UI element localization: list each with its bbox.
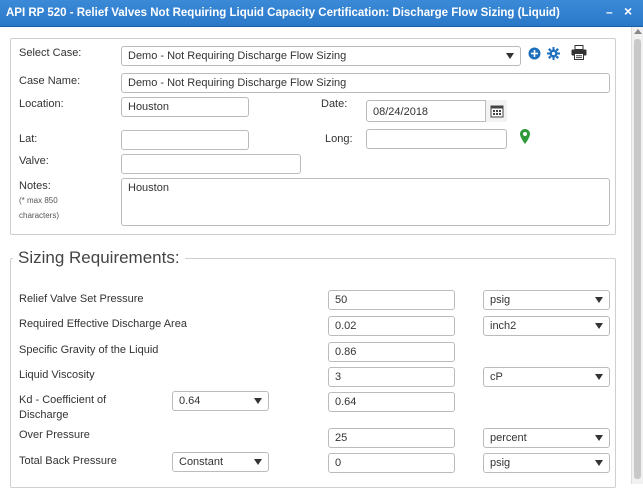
- window-title: API RP 520 - Relief Valves Not Requiring…: [6, 7, 560, 19]
- case-name-label: Case Name:: [19, 75, 81, 87]
- relief-valve-set-pressure-input[interactable]: 50: [328, 290, 455, 310]
- valve-input[interactable]: [121, 154, 301, 174]
- unit-value: percent: [490, 432, 527, 444]
- minimize-button[interactable]: –: [606, 5, 613, 19]
- liquid-viscosity-input[interactable]: 3: [328, 367, 455, 387]
- kd-option-select[interactable]: 0.64: [172, 391, 269, 411]
- relief-valve-set-pressure-label: Relief Valve Set Pressure: [19, 293, 144, 305]
- notes-label: Notes:: [19, 180, 51, 192]
- over-pressure-input[interactable]: 25: [328, 428, 455, 448]
- long-input[interactable]: [366, 129, 507, 149]
- chevron-down-icon: [595, 297, 603, 303]
- gear-icon[interactable]: [547, 47, 560, 63]
- close-button[interactable]: ×: [624, 4, 632, 18]
- required-effective-discharge-area-unit-select[interactable]: inch2: [483, 316, 610, 336]
- lat-label: Lat:: [19, 133, 38, 145]
- vertical-scrollbar[interactable]: [631, 27, 643, 484]
- printer-icon[interactable]: [571, 45, 587, 63]
- liquid-viscosity-label: Liquid Viscosity: [19, 369, 95, 381]
- select-case-label: Select Case:: [19, 47, 82, 59]
- back-pressure-type-value: Constant: [179, 456, 224, 468]
- select-case-dropdown[interactable]: Demo - Not Requiring Discharge Flow Sizi…: [121, 46, 521, 66]
- add-circle-icon[interactable]: [528, 47, 541, 63]
- location-label: Location:: [19, 98, 64, 110]
- total-back-pressure-type-select[interactable]: Constant: [172, 452, 269, 472]
- scrollbar-thumb[interactable]: [634, 39, 641, 479]
- scroll-up-arrow-icon[interactable]: [634, 29, 642, 34]
- total-back-pressure-unit-select[interactable]: psig: [483, 453, 610, 473]
- long-label: Long:: [325, 133, 353, 145]
- kd-label: Kd - Coefficient of: [19, 394, 107, 406]
- over-pressure-unit-select[interactable]: percent: [483, 428, 610, 448]
- chevron-down-icon: [506, 53, 514, 59]
- over-pressure-label: Over Pressure: [19, 429, 90, 441]
- relief-valve-set-pressure-unit-select[interactable]: psig: [483, 290, 610, 310]
- unit-value: inch2: [490, 320, 517, 332]
- valve-label: Valve:: [19, 155, 49, 167]
- unit-value: cP: [490, 371, 503, 383]
- specific-gravity-input[interactable]: 0.86: [328, 342, 455, 362]
- notes-textarea[interactable]: Houston: [121, 178, 610, 226]
- sizing-requirements-legend: Sizing Requirements:: [13, 248, 185, 268]
- unit-value: psig: [490, 457, 511, 469]
- chevron-down-icon: [254, 459, 262, 465]
- notes-max-hint: (* max 850: [19, 196, 58, 205]
- chevron-down-icon: [254, 398, 262, 404]
- required-effective-discharge-area-input[interactable]: 0.02: [328, 316, 455, 336]
- total-back-pressure-label: Total Back Pressure: [19, 455, 117, 467]
- required-effective-discharge-area-label: Required Effective Discharge Area: [19, 318, 187, 330]
- specific-gravity-label: Specific Gravity of the Liquid: [19, 344, 159, 356]
- kd-input[interactable]: 0.64: [328, 392, 455, 412]
- location-input[interactable]: Houston: [121, 97, 249, 117]
- window-titlebar: API RP 520 - Relief Valves Not Requiring…: [0, 0, 643, 27]
- liquid-viscosity-unit-select[interactable]: cP: [483, 367, 610, 387]
- lat-input[interactable]: [121, 130, 249, 150]
- chevron-down-icon: [595, 460, 603, 466]
- total-back-pressure-input[interactable]: 0: [328, 453, 455, 473]
- case-name-input[interactable]: Demo - Not Requiring Discharge Flow Sizi…: [121, 73, 610, 93]
- chevron-down-icon: [595, 435, 603, 441]
- kd-option-value: 0.64: [179, 395, 201, 407]
- kd-label-line-2: Discharge: [19, 409, 69, 421]
- notes-max-hint-2: characters): [19, 211, 60, 220]
- unit-value: psig: [490, 294, 511, 306]
- calendar-icon[interactable]: [485, 100, 507, 122]
- chevron-down-icon: [595, 374, 603, 380]
- select-case-value: Demo - Not Requiring Discharge Flow Sizi…: [128, 50, 347, 62]
- chevron-down-icon: [595, 323, 603, 329]
- map-pin-icon[interactable]: [520, 129, 530, 147]
- date-label: Date:: [321, 98, 348, 110]
